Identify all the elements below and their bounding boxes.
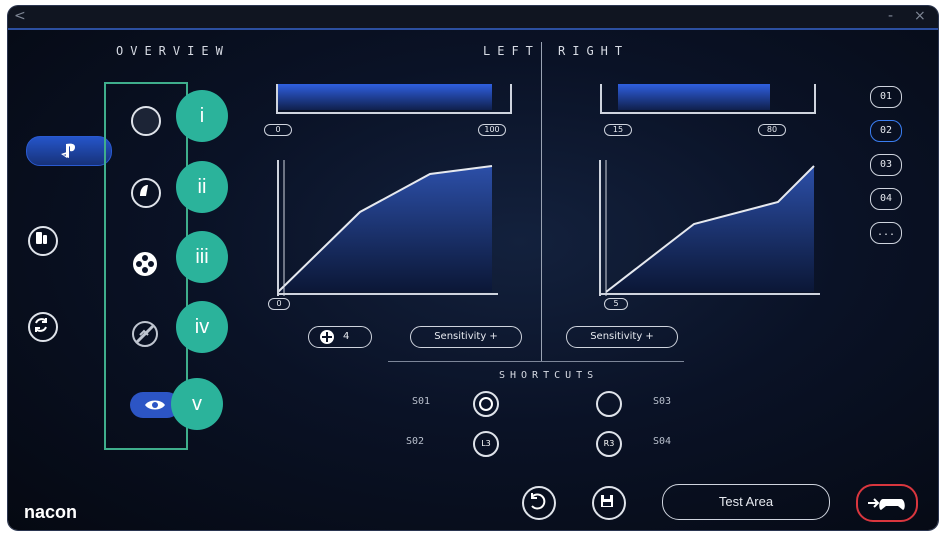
callout-badge-iv: iv <box>176 301 228 353</box>
right-sensitivity-button[interactable]: Sensitivity + <box>566 326 678 348</box>
callout-badge-i: i <box>176 90 228 142</box>
left-range-max-handle[interactable]: 100 <box>478 124 506 136</box>
left-range-axis <box>276 112 512 114</box>
shortcuts-divider <box>388 361 684 362</box>
shortcut-s03-button[interactable] <box>596 391 622 417</box>
profile-more[interactable]: ... <box>870 222 902 244</box>
shortcut-s04-label: S04 <box>653 436 672 447</box>
left-sensitivity-button[interactable]: Sensitivity + <box>410 326 522 348</box>
shortcut-s03-label: S03 <box>653 396 672 407</box>
profile-04[interactable]: 04 <box>870 188 902 210</box>
profile-02[interactable]: 02 <box>870 120 902 142</box>
right-label: RIGHT <box>558 44 630 58</box>
title-bar: < - × <box>8 6 938 28</box>
panel-divider <box>541 42 542 362</box>
app-window: < - × OVERVIEW i ii iii iv v LEFT RIGHT … <box>8 6 938 530</box>
title-divider <box>8 28 938 30</box>
playstation-mode-button[interactable] <box>26 136 112 166</box>
overview-title: OVERVIEW <box>116 44 230 58</box>
add-icon <box>320 330 334 344</box>
left-response-curve[interactable] <box>270 156 500 306</box>
left-range-min-handle[interactable]: 0 <box>264 124 292 136</box>
callout-badge-iii: iii <box>176 231 228 283</box>
sync-icon[interactable] <box>28 312 58 342</box>
left-range-bar[interactable] <box>278 84 492 110</box>
shortcut-s01-button[interactable] <box>473 391 499 417</box>
shortcut-s01-label: S01 <box>412 396 431 407</box>
back-icon[interactable]: < <box>14 8 26 24</box>
export-to-controller-icon <box>868 498 905 510</box>
right-range-tick <box>600 84 602 114</box>
shortcut-s02-label: S02 <box>406 436 425 447</box>
left-range-tick <box>510 84 512 114</box>
close-button[interactable]: × <box>914 8 926 24</box>
left-curve-start-handle[interactable]: 0 <box>268 298 290 310</box>
right-range-max-handle[interactable]: 80 <box>758 124 786 136</box>
undo-icon[interactable] <box>522 486 556 520</box>
trigger-icon[interactable] <box>131 178 161 208</box>
right-range-bar[interactable] <box>618 84 770 110</box>
callout-badge-v: v <box>171 378 223 430</box>
profile-03[interactable]: 03 <box>870 154 902 176</box>
vibration-icon[interactable] <box>131 320 159 348</box>
nacon-logo: nacon <box>24 502 78 522</box>
right-curve-start-handle[interactable]: 5 <box>604 298 628 310</box>
test-area-button[interactable]: Test Area <box>662 484 830 520</box>
device-icon[interactable] <box>28 226 58 256</box>
right-range-axis <box>600 112 816 114</box>
eye-icon <box>145 400 165 410</box>
buttons-icon[interactable] <box>131 250 159 278</box>
save-icon[interactable] <box>592 486 626 520</box>
right-range-tick <box>814 84 816 114</box>
shortcut-s02-button[interactable]: L3 <box>473 431 499 457</box>
stick-icon[interactable] <box>131 106 161 136</box>
right-response-curve[interactable] <box>592 156 822 306</box>
export-to-controller-button[interactable] <box>856 484 918 522</box>
callout-badge-ii: ii <box>176 161 228 213</box>
minimize-button[interactable]: - <box>888 8 893 24</box>
left-preset-button[interactable]: 4 <box>308 326 372 348</box>
playstation-icon <box>61 143 75 158</box>
shortcut-s04-button[interactable]: R3 <box>596 431 622 457</box>
left-preset-value: 4 <box>343 331 350 342</box>
shortcuts-title: SHORTCUTS <box>499 370 599 381</box>
right-range-min-handle[interactable]: 15 <box>604 124 632 136</box>
left-label: LEFT <box>483 44 540 58</box>
profile-01[interactable]: 01 <box>870 86 902 108</box>
